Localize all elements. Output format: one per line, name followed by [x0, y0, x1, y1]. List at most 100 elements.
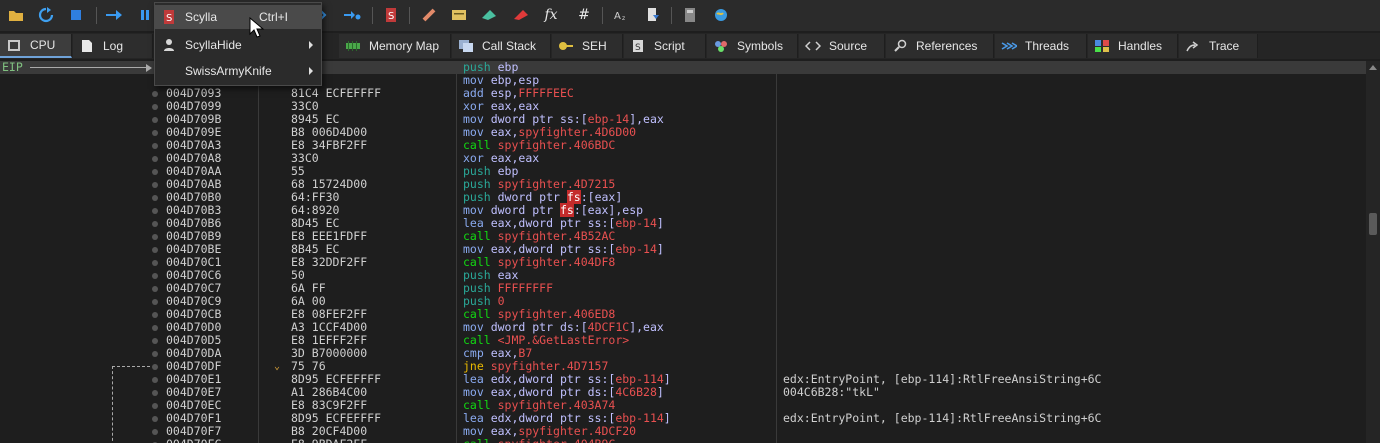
menu-item-label: SwissArmyKnife	[185, 64, 272, 78]
restart-icon[interactable]	[37, 6, 55, 24]
run-script-icon[interactable]	[644, 6, 662, 24]
scrollbar-thumb[interactable]	[1369, 213, 1377, 235]
tab-log[interactable]: Log	[73, 34, 153, 58]
instruction-token: edx,dword ptr ss:[	[490, 411, 616, 425]
eip-arrow-head	[146, 64, 152, 72]
open-icon[interactable]	[7, 6, 25, 24]
instruction-token: lea	[463, 411, 491, 425]
run-to-user-icon[interactable]	[343, 6, 361, 24]
scyllahide-icon	[161, 37, 177, 53]
instruction-token: eax,dword ptr ss:[	[490, 216, 616, 230]
instruction-token: 0	[497, 294, 505, 308]
breakpoint-marker[interactable]	[152, 377, 158, 383]
instruction-token: FFFFFEEC	[518, 86, 574, 100]
label-icon[interactable]	[480, 6, 498, 24]
breakpoint-marker[interactable]	[152, 104, 158, 110]
tab-label: CPU	[30, 38, 56, 52]
bookmark-icon[interactable]	[512, 6, 530, 24]
breakpoint-marker[interactable]	[152, 117, 158, 123]
svg-text:z: z	[622, 15, 625, 22]
instruction-token: eax,	[490, 346, 519, 360]
instruction-token: ]	[656, 242, 664, 256]
tab-handles[interactable]: Handles	[1088, 34, 1178, 58]
tab-label: Script	[654, 39, 685, 53]
function-icon[interactable]: fx	[542, 6, 560, 24]
script-icon: S	[630, 39, 646, 53]
breakpoint-marker[interactable]	[152, 403, 158, 409]
breakpoint-marker[interactable]	[152, 130, 158, 136]
instruction-token: ebp-114	[615, 411, 664, 425]
instruction-token: eax,eax	[490, 151, 540, 165]
breakpoint-marker[interactable]	[152, 195, 158, 201]
breakpoint-marker[interactable]	[152, 364, 158, 370]
hash-icon[interactable]: #	[575, 6, 593, 24]
breakpoint-marker[interactable]	[152, 143, 158, 149]
breakpoint-marker[interactable]	[152, 208, 158, 214]
breakpoint-marker[interactable]	[152, 338, 158, 344]
instruction-token: ]	[663, 411, 671, 425]
menu-item-swissarmyknife[interactable]: SwissArmyKnife	[155, 59, 321, 83]
tab-label: Source	[829, 39, 868, 53]
tab-cpu[interactable]: CPU	[0, 34, 72, 58]
breakpoint-marker[interactable]	[152, 234, 158, 240]
comment-icon[interactable]	[450, 6, 468, 24]
instruction-token: ],eax	[629, 320, 664, 334]
breakpoint-marker[interactable]	[152, 273, 158, 279]
tab-trace[interactable]: Trace	[1179, 34, 1258, 58]
tab-label: Symbols	[737, 39, 784, 53]
log-icon	[79, 39, 95, 53]
breakpoint-marker[interactable]	[152, 325, 158, 331]
breakpoint-marker[interactable]	[152, 260, 158, 266]
breakpoint-marker[interactable]	[152, 286, 158, 292]
patch-icon[interactable]	[420, 6, 438, 24]
web-icon[interactable]	[712, 6, 730, 24]
instruction-token: eax	[497, 268, 519, 282]
instruction-token: xor	[463, 151, 491, 165]
comment: 004C6B28:"tkL"	[783, 385, 880, 399]
instruction-token: dword ptr ss:[	[490, 112, 588, 126]
tab-source[interactable]: Source	[799, 34, 885, 58]
tab-references[interactable]: References	[886, 34, 994, 58]
plugins-menu: S Scylla Ctrl+I ScyllaHide SwissArmyKnif…	[154, 2, 322, 86]
instruction-token: push	[463, 177, 498, 191]
tab-label: Call Stack	[482, 39, 537, 53]
breakpoint-marker[interactable]	[152, 429, 158, 435]
font-size-icon[interactable]: Az	[612, 6, 630, 24]
tab-symbols[interactable]: Symbols	[707, 34, 798, 58]
breakpoint-marker[interactable]	[152, 299, 158, 305]
breakpoint-marker[interactable]	[152, 416, 158, 422]
instruction-token: eax,dword ptr ss:[	[490, 242, 616, 256]
breakpoint-marker[interactable]	[152, 390, 158, 396]
scroll-up-arrow[interactable]	[1369, 65, 1377, 70]
breakpoint-marker[interactable]	[152, 221, 158, 227]
run-icon[interactable]	[105, 6, 123, 24]
pause-icon[interactable]	[136, 6, 154, 24]
scylla-icon[interactable]: S	[382, 6, 400, 24]
instruction-token: mov	[463, 424, 491, 438]
breakpoint-marker[interactable]	[152, 169, 158, 175]
tab-call-stack[interactable]: Call Stack	[452, 34, 551, 58]
instruction-token: <JMP.&GetLastError>	[497, 333, 630, 347]
breakpoint-marker[interactable]	[152, 91, 158, 97]
vertical-scrollbar[interactable]	[1366, 61, 1380, 443]
stop-icon[interactable]	[67, 6, 85, 24]
tab-label: SEH	[582, 39, 607, 53]
tab-threads[interactable]: Threads	[995, 34, 1087, 58]
svg-text:S: S	[388, 11, 394, 22]
breakpoint-marker[interactable]	[152, 247, 158, 253]
disassembly-row[interactable]: 004D70FC E8 9BDAF2FF call spyfighter.404B9…	[0, 438, 1366, 443]
tab-script[interactable]: S Script	[624, 34, 706, 58]
menu-item-scylla[interactable]: S Scylla Ctrl+I	[155, 5, 321, 29]
disassembly-view[interactable]: EIP push ebp mov ebp,esp 004D7093 81C4 ECF…	[0, 61, 1366, 443]
tab-seh[interactable]: SEH	[552, 34, 623, 58]
instruction-token: cmp	[463, 346, 491, 360]
toolbar-separator	[409, 7, 410, 24]
breakpoint-marker[interactable]	[152, 351, 158, 357]
menu-item-scyllahide[interactable]: ScyllaHide	[155, 33, 321, 57]
breakpoint-marker[interactable]	[152, 182, 158, 188]
breakpoint-marker[interactable]	[152, 156, 158, 162]
tab-memory-map[interactable]: Memory Map	[339, 34, 451, 58]
breakpoint-marker[interactable]	[152, 312, 158, 318]
instruction-token: xor	[463, 99, 491, 113]
calculator-icon[interactable]	[681, 6, 699, 24]
